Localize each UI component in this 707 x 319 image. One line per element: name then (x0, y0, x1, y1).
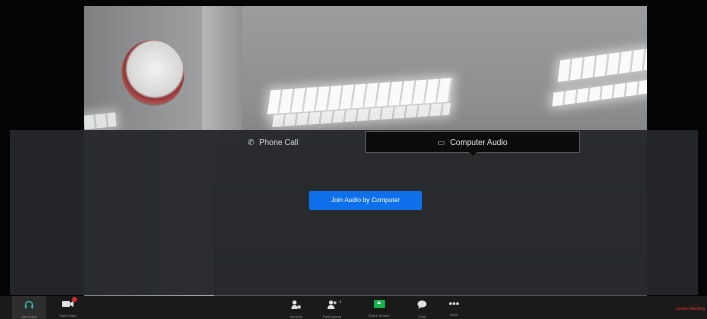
participants-icon: 1 (327, 299, 342, 312)
video-ceiling-light (552, 79, 647, 107)
leave-meeting-button[interactable]: Leave Meeting (675, 306, 705, 311)
video-camera-icon (62, 297, 77, 311)
toolbar-label: Chat (418, 315, 426, 319)
participants-button[interactable]: 1 Participants (315, 296, 349, 319)
video-off-indicator (72, 297, 77, 302)
video-pillar (202, 6, 242, 146)
tab-label: Computer Audio (450, 137, 508, 147)
chat-button[interactable]: Chat (405, 296, 439, 319)
join-audio-button[interactable]: Join Audio (12, 296, 46, 319)
meeting-window: ✆ Phone Call ▭ Computer Audio Join Audio… (0, 0, 707, 319)
video-ceiling-light (557, 47, 647, 83)
join-audio-by-computer-button[interactable]: Join Audio by Computer (309, 191, 422, 210)
toolbar-label: More (450, 313, 458, 317)
toolbar-label: Start Video (59, 314, 77, 318)
participant-count: 1 (339, 299, 342, 304)
more-icon: ••• (448, 299, 460, 310)
computer-icon: ▭ (437, 137, 446, 147)
security-icon (291, 300, 301, 312)
meeting-toolbar: Join Audio Start Video Security 1 Partic… (0, 296, 707, 319)
more-button[interactable]: ••• More (437, 296, 471, 319)
audio-tabs: ✆ Phone Call ▭ Computer Audio (10, 130, 698, 156)
phone-icon: ✆ (247, 137, 255, 147)
toolbar-label: Security (289, 315, 303, 319)
toolbar-label: Share Screen (368, 314, 390, 318)
share-screen-button[interactable]: Share Screen (362, 296, 396, 319)
start-video-button[interactable]: Start Video (51, 296, 85, 319)
toolbar-label: Participants (322, 315, 342, 319)
tab-computer-audio[interactable]: ▭ Computer Audio (365, 131, 580, 156)
security-button[interactable]: Security (279, 296, 313, 319)
toolbar-label: Join Audio (20, 315, 38, 319)
tab-label: Phone Call (259, 137, 299, 147)
chat-icon (417, 300, 427, 312)
headphone-icon (24, 300, 34, 312)
tab-phone-call[interactable]: ✆ Phone Call (178, 131, 368, 153)
join-audio-dialog: ✆ Phone Call ▭ Computer Audio Join Audio… (10, 130, 698, 295)
share-screen-icon (373, 300, 385, 311)
